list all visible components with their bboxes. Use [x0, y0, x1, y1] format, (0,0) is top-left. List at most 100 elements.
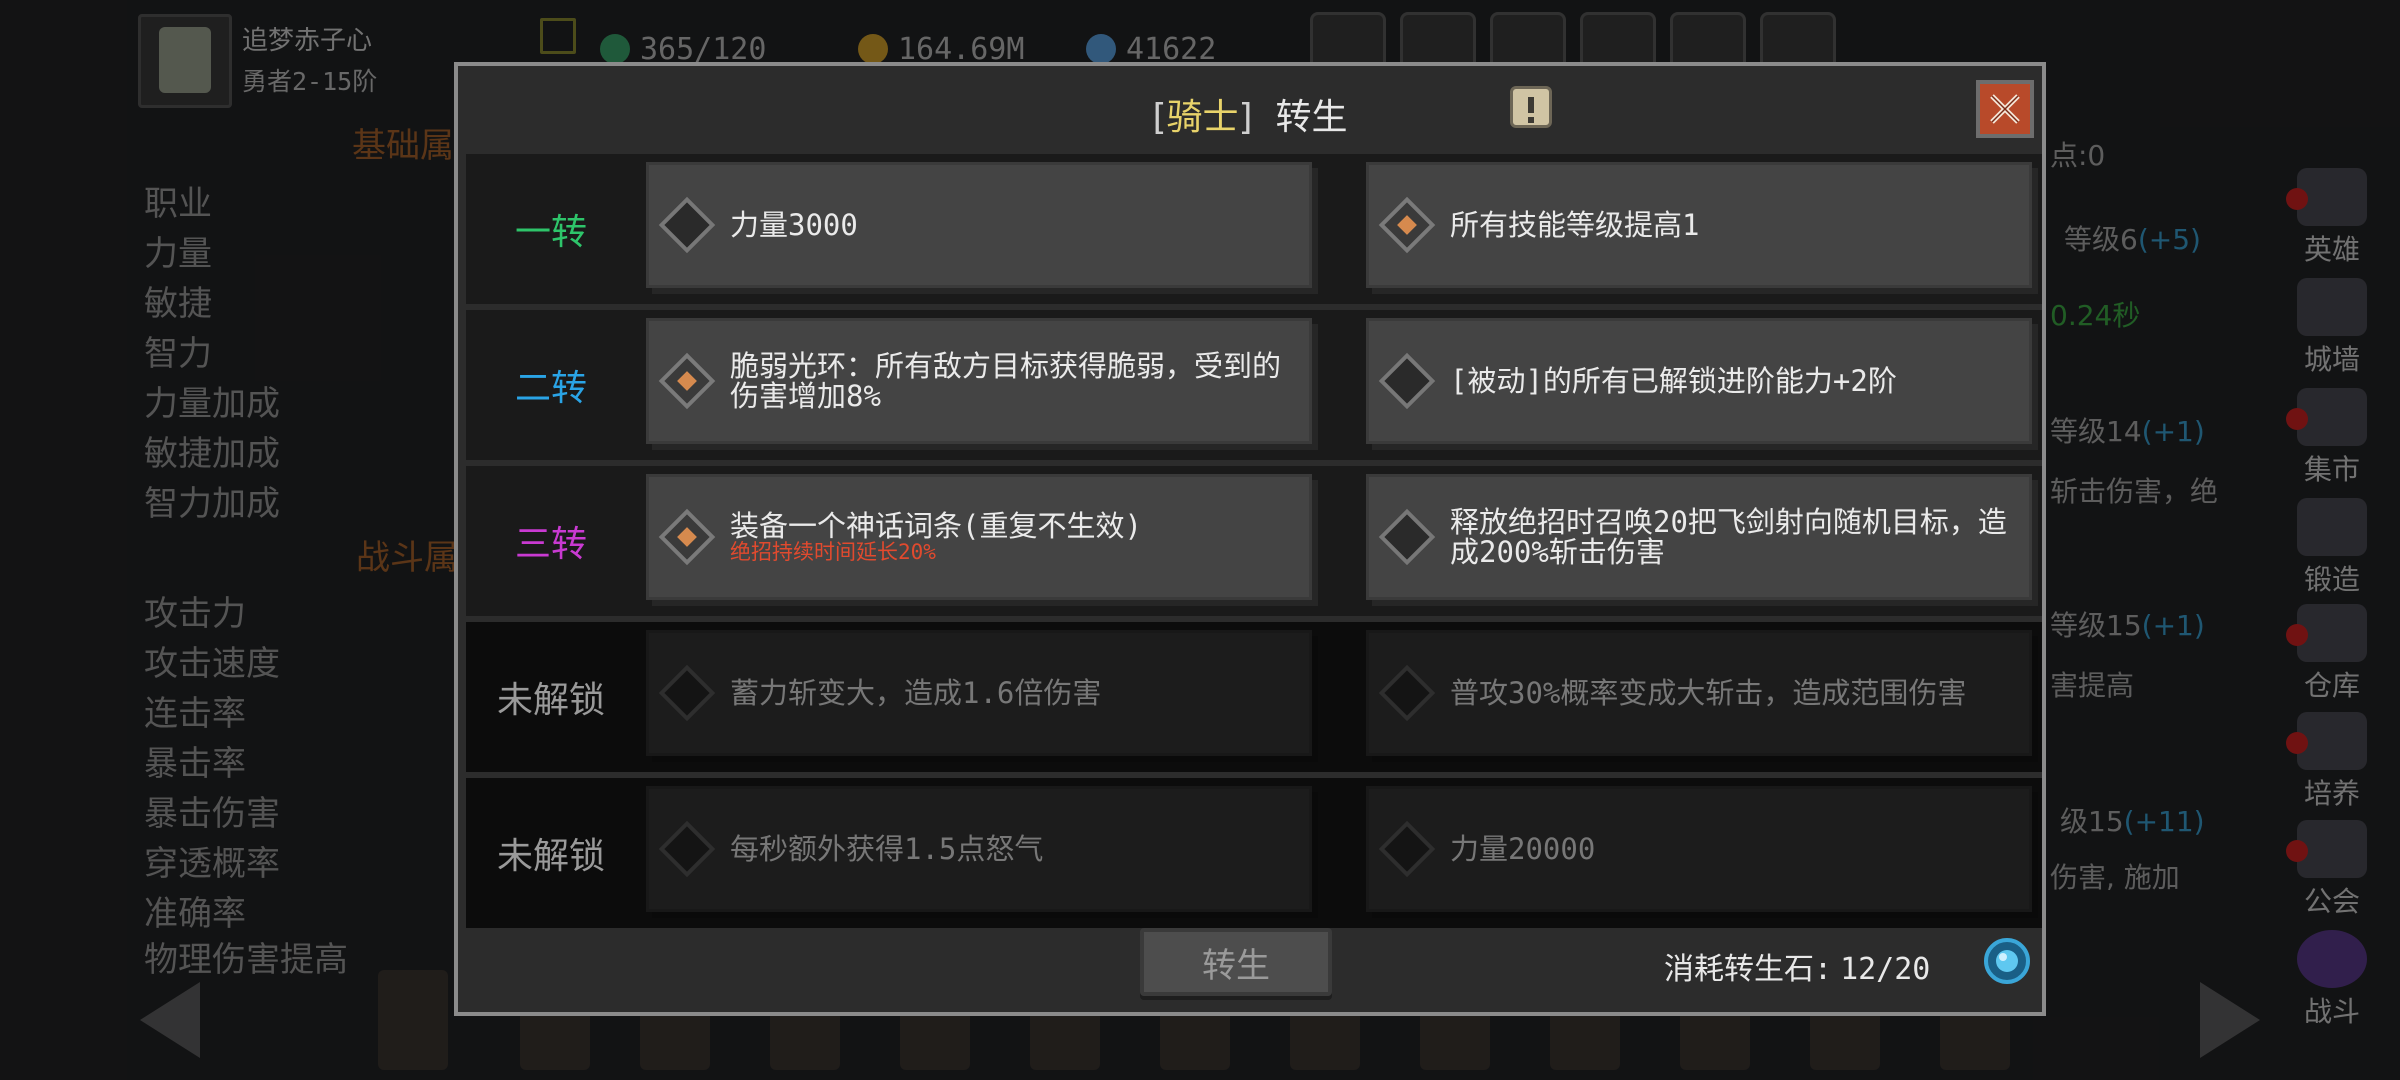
diamond-icon — [658, 196, 716, 254]
diamond-icon — [658, 664, 716, 722]
tier-label: 未解锁 — [496, 680, 605, 721]
gem-icon — [1086, 34, 1116, 64]
alert-badge — [2286, 732, 2308, 754]
player-avatar[interactable] — [138, 14, 232, 108]
stat-label: 穿透概率 — [144, 844, 280, 884]
skill-level-line: 等级15(+1) — [2050, 609, 2205, 642]
rebirth-option[interactable]: 力量3000 — [646, 162, 1312, 288]
option-text: 释放绝招时召唤20把飞剑射向随机目标，造成200%斩击伤害 — [1450, 505, 2007, 569]
section-basic-title: 基础属 — [352, 126, 454, 166]
alert-badge — [2286, 840, 2308, 862]
option-text: 普攻30%概率变成大斩击，造成范围伤害 — [1450, 676, 1967, 710]
alert-badge — [2286, 624, 2308, 646]
class-name: 骑士 — [1166, 97, 1239, 138]
info-icon[interactable] — [1510, 86, 1552, 128]
diamond-icon — [1378, 508, 1436, 566]
sidebar-item-forge[interactable]: 锻造 — [2282, 498, 2382, 598]
tier-label: 三转 — [514, 524, 587, 565]
stat-label: 攻击力 — [144, 594, 246, 634]
close-icon — [1990, 94, 2020, 124]
sidebar-item-hero[interactable]: 英雄 — [2282, 168, 2382, 268]
sidebar-item-warehouse[interactable]: 仓库 — [2282, 604, 2382, 704]
stat-label: 物理伤害提高 — [144, 940, 348, 980]
rebirth-option[interactable]: [被动]的所有已解锁进阶能力+2阶 — [1366, 318, 2032, 444]
tier-label: 未解锁 — [496, 836, 605, 877]
option-text: 力量3000 — [730, 208, 858, 242]
skill-desc-line: 害提高 — [2050, 669, 2135, 702]
rebirth-option[interactable]: 脆弱光环：所有敌方目标获得脆弱，受到的伤害增加8% — [646, 318, 1312, 444]
rebirth-option[interactable]: 装备一个神话词条(重复不生效) 绝招持续时间延长20% — [646, 474, 1312, 600]
rebirth-stone-icon — [1984, 938, 2030, 984]
rebirth-option[interactable]: 释放绝招时召唤20把飞剑射向随机目标，造成200%斩击伤害 — [1366, 474, 2032, 600]
rebirth-option[interactable]: 每秒额外获得1.5点怒气 — [646, 786, 1312, 912]
dialog-title: [骑士] 转生 — [1152, 97, 1348, 138]
stat-label: 智力加成 — [144, 484, 280, 524]
stat-label: 敏捷 — [144, 284, 212, 324]
diamond-icon — [658, 508, 716, 566]
rebirth-dialog: [骑士] 转生 一转 力量3000 所有技能等级提高1 二转 脆弱光环：所有敌方… — [454, 62, 2046, 1016]
rebirth-row: 三转 装备一个神话词条(重复不生效) 绝招持续时间延长20% 释放绝招时召唤20… — [466, 466, 2042, 616]
rebirth-cost: 消耗转生石: 12/20 — [1664, 944, 1930, 988]
diamond-icon — [658, 820, 716, 878]
rebirth-row-locked: 未解锁 每秒额外获得1.5点怒气 力量20000 — [466, 778, 2042, 928]
option-text: 每秒额外获得1.5点怒气 — [730, 832, 1044, 866]
skill-desc-line: 伤害, 施加 — [2050, 861, 2180, 894]
skill-desc-line: 斩击伤害，绝 — [2050, 475, 2219, 508]
rebirth-row: 二转 脆弱光环：所有敌方目标获得脆弱，受到的伤害增加8% [被动]的所有已解锁进… — [466, 310, 2042, 460]
wall-icon — [2297, 278, 2367, 336]
stat-label: 暴击率 — [144, 744, 246, 784]
gold-icon — [858, 34, 888, 64]
rebirth-row: 一转 力量3000 所有技能等级提高1 — [466, 154, 2042, 304]
energy-icon — [600, 34, 630, 64]
option-text: 所有技能等级提高1 — [1450, 208, 1700, 242]
tier-label: 二转 — [514, 368, 587, 409]
stat-label: 力量 — [144, 234, 212, 274]
forge-icon — [2297, 498, 2367, 556]
stat-label: 职业 — [144, 184, 212, 224]
option-text: [被动]的所有已解锁进阶能力+2阶 — [1450, 364, 1897, 398]
cost-label: 消耗转生石: — [1664, 952, 1833, 987]
diamond-icon — [1378, 820, 1436, 878]
skill-points: 点:0 — [2050, 139, 2106, 172]
stat-label: 力量加成 — [144, 384, 280, 424]
title-text: 转生 — [1275, 97, 1348, 138]
cost-value: 12/20 — [1840, 952, 1931, 987]
option-subtext: 绝招持续时间延长20% — [730, 540, 936, 564]
option-text: 力量20000 — [1450, 832, 1596, 866]
option-text: 脆弱光环：所有敌方目标获得脆弱，受到的伤害增加8% — [730, 349, 1282, 413]
rebirth-option[interactable]: 普攻30%概率变成大斩击，造成范围伤害 — [1366, 630, 2032, 756]
battle-icon — [2297, 930, 2367, 988]
sidebar-item-train[interactable]: 培养 — [2282, 712, 2382, 812]
player-name: 追梦赤子心 — [242, 26, 373, 56]
stat-label: 攻击速度 — [144, 644, 280, 684]
sidebar-item-market[interactable]: 集市 — [2282, 388, 2382, 488]
stat-label: 连击率 — [144, 694, 246, 734]
skill-level-line: 等级6(+5) — [2064, 223, 2201, 256]
rebirth-option[interactable]: 力量20000 — [1366, 786, 2032, 912]
stat-label: 准确率 — [144, 894, 246, 934]
section-combat-title: 战斗属 — [356, 538, 458, 578]
stat-label: 敏捷加成 — [144, 434, 280, 474]
diamond-icon — [1378, 664, 1436, 722]
rebirth-row-locked: 未解锁 蓄力斩变大，造成1.6倍伤害 普攻30%概率变成大斩击，造成范围伤害 — [466, 622, 2042, 772]
rebirth-option[interactable]: 蓄力斩变大，造成1.6倍伤害 — [646, 630, 1312, 756]
player-rank: 勇者2-15阶 — [242, 67, 378, 96]
option-text: 装备一个神话词条(重复不生效) — [730, 509, 1142, 543]
rebirth-button[interactable]: 转生 — [1140, 928, 1332, 996]
edit-icon[interactable] — [540, 18, 576, 54]
option-text: 蓄力斩变大，造成1.6倍伤害 — [730, 676, 1102, 710]
prev-arrow-icon[interactable] — [140, 982, 200, 1058]
skill-desc-line: 0.24秒 — [2050, 299, 2141, 332]
stat-label: 暴击伤害 — [144, 794, 280, 834]
alert-badge — [2286, 188, 2308, 210]
diamond-icon — [1378, 352, 1436, 410]
next-arrow-icon[interactable] — [2200, 982, 2260, 1058]
skill-level-line: 等级14(+1) — [2050, 415, 2205, 448]
sidebar-item-wall[interactable]: 城墙 — [2282, 278, 2382, 378]
rebirth-option[interactable]: 所有技能等级提高1 — [1366, 162, 2032, 288]
close-button[interactable] — [1976, 80, 2034, 138]
stat-label: 智力 — [144, 334, 212, 374]
sidebar-item-guild[interactable]: 公会 — [2282, 820, 2382, 920]
sidebar-item-battle[interactable]: 战斗 — [2282, 930, 2382, 1030]
hero-slot[interactable] — [378, 970, 448, 1070]
